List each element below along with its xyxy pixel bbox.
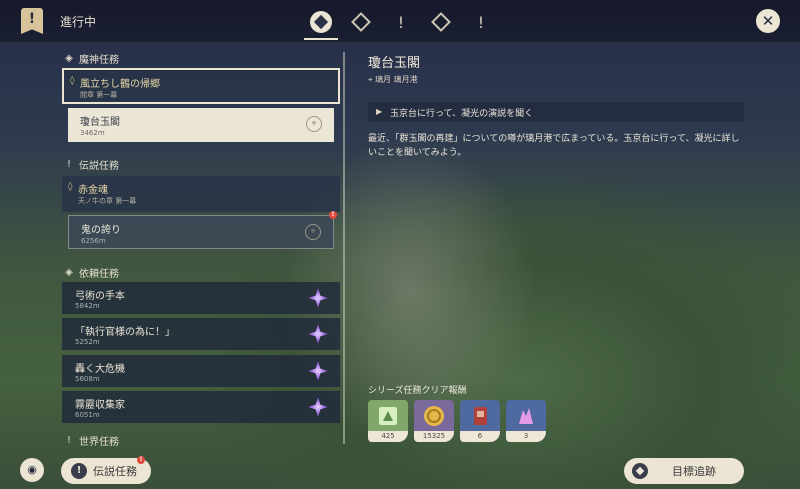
book-card-icon	[460, 400, 500, 432]
quest-distance: 5842m	[75, 302, 100, 310]
reward-count: 15325	[414, 431, 454, 442]
chapter-archon[interactable]: ◊ 風立ちし鶴の帰郷 間章 第一幕	[62, 68, 340, 104]
track-diamond-icon	[632, 463, 648, 479]
quest-name: 「執行官様の為に！」	[75, 327, 175, 338]
commission-star-icon	[308, 288, 328, 308]
quest-list: ◈ 魔神任務 ◊ 風立ちし鶴の帰郷 間章 第一幕 瓊台玉閣 3462m ⌖ ! …	[58, 44, 342, 448]
reward-adventure-exp[interactable]: 425	[368, 400, 408, 442]
category-commission: ◈ 依頼任務	[64, 265, 119, 280]
chapter-name: 赤金魂	[78, 185, 108, 196]
chapter-marker-icon: ◊	[68, 182, 73, 192]
tab-world-diamond[interactable]	[422, 4, 460, 40]
category-world: ! 世界任務	[64, 433, 119, 448]
scrollbar[interactable]	[343, 52, 345, 444]
quest-location: ⌖ 璃月 璃月港	[368, 74, 418, 85]
reward-item-card[interactable]: 6	[460, 400, 500, 442]
notification-badge: !	[329, 211, 337, 219]
crystal-icon	[506, 400, 546, 432]
commission-item[interactable]: 霧靂収集家 6051m	[62, 391, 340, 423]
quest-name: 瓊台玉閣	[80, 117, 120, 128]
quest-description: 最近、「群玉閣の再建」についての噂が璃月港で広まっている。玉京台に行って、凝光に…	[368, 134, 740, 158]
reward-count: 3	[506, 431, 546, 442]
chapter-subtitle: 天ノ牛の章 第一幕	[78, 197, 137, 205]
tab-world[interactable]: !	[462, 4, 500, 40]
category-legend: ! 伝説任務	[64, 157, 119, 172]
quest-book-icon: !	[21, 8, 43, 34]
top-bar: ! 進行中 ! ! ✕	[0, 0, 800, 42]
diamond-icon	[431, 12, 451, 32]
archon-icon: ◈	[65, 53, 73, 64]
close-button[interactable]: ✕	[756, 9, 780, 33]
commission-star-icon	[308, 324, 328, 344]
quest-distance: 3462m	[80, 129, 105, 137]
page-title: 進行中	[60, 15, 97, 29]
location-pin-icon[interactable]: ⌖	[306, 116, 322, 132]
chapter-marker-icon: ◊	[70, 76, 75, 86]
tab-archon[interactable]	[342, 4, 380, 40]
category-archon: ◈ 魔神任務	[64, 51, 119, 66]
location-icon: ⌖	[368, 75, 376, 84]
quest-distance: 5608m	[75, 375, 100, 383]
objective-bar: ▶ 玉京台に行って、凝光の演説を聞く	[368, 102, 744, 122]
category-label: 魔神任務	[79, 55, 119, 66]
reward-count: 425	[368, 431, 408, 442]
quest-detail-title: 瓊台玉閣	[368, 56, 421, 71]
location-text: 璃月 璃月港	[375, 75, 418, 84]
gem-icon	[310, 11, 332, 33]
chapter-subtitle: 間章 第一幕	[80, 91, 118, 99]
tab-all[interactable]	[302, 4, 340, 40]
exclamation-icon: !	[71, 463, 87, 479]
category-label: 依頼任務	[79, 269, 119, 280]
legend-quest-button[interactable]: ! 伝説任務 !	[61, 456, 151, 484]
exclamation-icon: !	[397, 12, 405, 32]
quest-name: 鬼の誇り	[81, 225, 121, 236]
commission-item[interactable]: 「執行官様の為に！」 5252m	[62, 318, 340, 350]
compass-icon[interactable]: ◉	[20, 458, 44, 482]
reward-count: 6	[460, 431, 500, 442]
category-label: 伝説任務	[79, 161, 119, 172]
legend-quest-label: 伝説任務	[93, 465, 137, 478]
commission-star-icon	[308, 397, 328, 417]
quest-distance: 5252m	[75, 338, 100, 346]
tab-story[interactable]: !	[382, 4, 420, 40]
commission-item[interactable]: 轟く大危機 5608m	[62, 355, 340, 387]
exclamation-icon: !	[477, 12, 485, 32]
play-arrow-icon: ▶	[376, 107, 383, 116]
commission-icon: ◈	[65, 267, 73, 278]
objective-text: 玉京台に行って、凝光の演説を聞く	[390, 109, 534, 119]
adventure-exp-icon	[368, 400, 408, 432]
chapter-name: 風立ちし鶴の帰郷	[80, 79, 160, 90]
commission-star-icon	[308, 361, 328, 381]
quest-item-selected[interactable]: 瓊台玉閣 3462m ⌖	[68, 108, 334, 142]
mora-coin-icon	[414, 400, 454, 432]
quest-distance: 6256m	[81, 237, 106, 245]
quest-filter-tabs: ! !	[302, 4, 502, 40]
location-pin-icon[interactable]: ⌖	[305, 224, 321, 240]
track-objective-button[interactable]: 目標追跡	[624, 458, 744, 484]
quest-name: 弓術の手本	[75, 291, 125, 302]
exclamation-icon: !	[66, 435, 71, 446]
rewards-list: 425 15325 6 3	[368, 400, 546, 442]
quest-name: 霧靂収集家	[75, 400, 125, 411]
quest-name: 轟く大危機	[75, 364, 125, 375]
chapter-legend[interactable]: ◊ 赤金魂 天ノ牛の章 第一幕	[62, 176, 340, 212]
reward-mora[interactable]: 15325	[414, 400, 454, 442]
commission-item[interactable]: 弓術の手本 5842m	[62, 282, 340, 314]
exclamation-icon: !	[66, 159, 71, 170]
archon-diamond-icon	[351, 12, 371, 32]
track-objective-label: 目標追跡	[672, 465, 716, 478]
quest-item[interactable]: 鬼の誇り 6256m ⌖ !	[68, 211, 337, 249]
notification-badge: !	[137, 456, 145, 464]
reward-crystal[interactable]: 3	[506, 400, 546, 442]
quest-distance: 6051m	[75, 411, 100, 419]
category-label: 世界任務	[79, 437, 119, 448]
rewards-title: シリーズ任務クリア報酬	[368, 386, 467, 396]
